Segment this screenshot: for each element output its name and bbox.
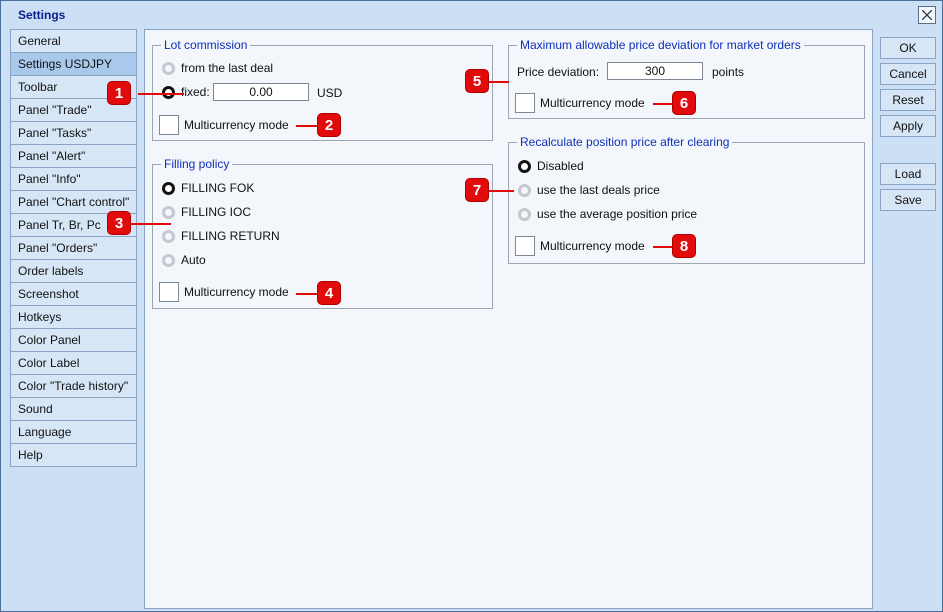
radio-filling-return-indicator <box>162 229 175 243</box>
nav-item-help[interactable]: Help <box>10 443 137 467</box>
nav-item-panel-tasks[interactable]: Panel "Tasks" <box>10 121 137 145</box>
radio-recalc-average[interactable]: use the average position price <box>518 207 697 221</box>
nav-item-panel-info[interactable]: Panel "Info" <box>10 167 137 191</box>
callout-6-leader <box>653 103 673 105</box>
price-deviation-label: Price deviation: <box>517 65 600 79</box>
radio-from-last-deal-label: from the last deal <box>181 61 274 75</box>
radio-recalc-last-deals-label: use the last deals price <box>537 183 660 197</box>
fixed-commission-input[interactable]: 0.00 <box>213 83 309 101</box>
nav-item-color-trade-history[interactable]: Color "Trade history" <box>10 374 137 398</box>
callout-2-badge: 2 <box>317 113 341 137</box>
deviation-multicurrency-checkbox[interactable] <box>515 93 535 113</box>
lot-multicurrency-label: Multicurrency mode <box>184 118 289 132</box>
callout-2-leader <box>296 125 318 127</box>
callout-1-badge: 1 <box>107 81 131 105</box>
callout-7-leader <box>489 190 514 192</box>
callout-5-leader <box>489 81 509 83</box>
title-bar: Settings <box>1 1 942 27</box>
lot-commission-title: Lot commission <box>161 38 251 52</box>
radio-filling-auto-label: Auto <box>181 253 206 267</box>
apply-button[interactable]: Apply <box>880 115 936 137</box>
callout-5-badge: 5 <box>465 69 489 93</box>
callout-4-badge: 4 <box>317 281 341 305</box>
radio-filling-ioc-indicator <box>162 205 175 219</box>
close-icon <box>922 10 932 20</box>
deviation-multicurrency-label: Multicurrency mode <box>540 96 645 110</box>
callout-8-leader <box>653 246 673 248</box>
radio-filling-ioc-label: FILLING IOC <box>181 205 252 219</box>
callout-7-badge: 7 <box>465 178 489 202</box>
price-deviation-unit: points <box>712 65 745 79</box>
nav-item-color-panel[interactable]: Color Panel <box>10 328 137 352</box>
radio-recalc-last-deals[interactable]: use the last deals price <box>518 183 660 197</box>
callout-3-badge: 3 <box>107 211 131 235</box>
nav-item-panel-alert[interactable]: Panel "Alert" <box>10 144 137 168</box>
radio-filling-auto-indicator <box>162 253 175 267</box>
radio-recalc-disabled-indicator <box>518 159 531 173</box>
save-button[interactable]: Save <box>880 189 936 211</box>
filling-multicurrency-checkbox[interactable] <box>159 282 179 302</box>
window-title: Settings <box>18 8 66 22</box>
nav-item-language[interactable]: Language <box>10 420 137 444</box>
radio-recalc-disabled[interactable]: Disabled <box>518 159 584 173</box>
nav-item-sound[interactable]: Sound <box>10 397 137 421</box>
callout-1-leader <box>138 93 184 95</box>
lot-multicurrency-checkbox[interactable] <box>159 115 179 135</box>
radio-filling-ioc[interactable]: FILLING IOC <box>162 205 251 219</box>
callout-4-leader <box>296 293 318 295</box>
price-deviation-title: Maximum allowable price deviation for ma… <box>517 38 804 52</box>
radio-recalc-average-label: use the average position price <box>537 207 698 221</box>
recalculate-title: Recalculate position price after clearin… <box>517 135 733 149</box>
radio-filling-fok-indicator <box>162 181 175 195</box>
filling-multicurrency-label: Multicurrency mode <box>184 285 289 299</box>
cancel-button[interactable]: Cancel <box>880 63 936 85</box>
radio-recalc-average-indicator <box>518 207 531 221</box>
nav-item-panel-orders[interactable]: Panel "Orders" <box>10 236 137 260</box>
radio-filling-auto[interactable]: Auto <box>162 253 206 267</box>
radio-filling-return[interactable]: FILLING RETURN <box>162 229 280 243</box>
ok-button[interactable]: OK <box>880 37 936 59</box>
nav-item-hotkeys[interactable]: Hotkeys <box>10 305 137 329</box>
load-button[interactable]: Load <box>880 163 936 185</box>
settings-panel: Lot commission from the last deal fixed:… <box>107 29 873 609</box>
radio-from-last-deal[interactable]: from the last deal <box>162 61 273 75</box>
radio-recalc-last-deals-indicator <box>518 183 531 197</box>
callout-8-badge: 8 <box>672 234 696 258</box>
recalc-multicurrency-checkbox[interactable] <box>515 236 535 256</box>
nav-item-screenshot[interactable]: Screenshot <box>10 282 137 306</box>
radio-from-last-deal-indicator <box>162 61 175 75</box>
settings-window: Settings General Settings USDJPY Toolbar… <box>0 0 943 612</box>
nav-item-color-label[interactable]: Color Label <box>10 351 137 375</box>
callout-6-badge: 6 <box>672 91 696 115</box>
radio-fixed-indicator <box>162 85 175 99</box>
filling-policy-title: Filling policy <box>161 157 233 171</box>
radio-fixed-label: fixed: <box>181 85 210 99</box>
radio-filling-fok-label: FILLING FOK <box>181 181 255 195</box>
commission-currency: USD <box>317 86 343 100</box>
recalc-multicurrency-label: Multicurrency mode <box>540 239 645 253</box>
radio-filling-return-label: FILLING RETURN <box>181 229 280 243</box>
nav-item-order-labels[interactable]: Order labels <box>10 259 137 283</box>
radio-fixed[interactable]: fixed: <box>162 85 210 99</box>
nav-item-general[interactable]: General <box>10 29 137 53</box>
radio-recalc-disabled-label: Disabled <box>537 159 584 173</box>
price-deviation-input[interactable]: 300 <box>607 62 703 80</box>
nav-item-settings-symbol[interactable]: Settings USDJPY <box>10 52 137 76</box>
reset-button[interactable]: Reset <box>880 89 936 111</box>
close-button[interactable] <box>918 6 936 24</box>
radio-filling-fok[interactable]: FILLING FOK <box>162 181 254 195</box>
callout-3-leader <box>131 223 171 225</box>
